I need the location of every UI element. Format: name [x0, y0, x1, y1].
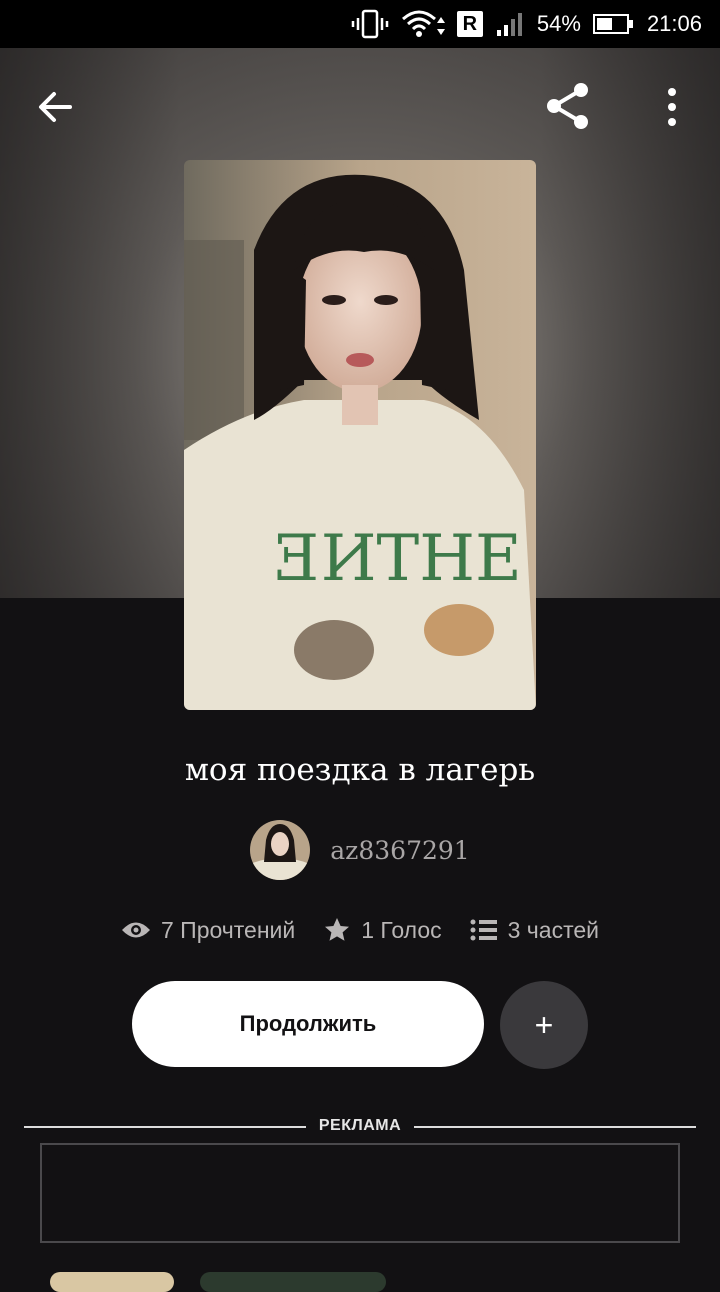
plus-icon: + [534, 1006, 554, 1043]
ad-label: РЕКЛАМА [318, 1117, 402, 1134]
star-icon [325, 918, 350, 941]
tag-chip[interactable] [50, 1272, 174, 1292]
share-icon [547, 83, 588, 129]
arrow-left-icon [39, 92, 72, 122]
votes-count: 1 Голос [361, 916, 442, 943]
wifi-icon [401, 9, 445, 39]
parts-stat[interactable]: 3 частей [470, 917, 599, 944]
back-button[interactable] [30, 82, 80, 132]
clock: 21:06 [646, 11, 702, 36]
ad-divider-right [414, 1126, 696, 1128]
story-title: моя поездка в лагерь [184, 752, 536, 788]
tag-chip[interactable] [200, 1272, 386, 1292]
story-cover-image[interactable]: ƎИTHE [184, 160, 536, 710]
more-options-button[interactable] [650, 82, 694, 132]
reads-stat: 7 Прочтений [121, 917, 295, 944]
share-button[interactable] [540, 78, 596, 134]
ad-divider-left [24, 1126, 306, 1128]
more-vertical-icon [668, 88, 676, 126]
continue-reading-button[interactable]: Продолжить [132, 981, 484, 1067]
top-bar [0, 60, 720, 150]
list-icon [470, 919, 497, 941]
reads-count: 7 Прочтений [161, 916, 296, 943]
vibrate-icon [351, 9, 389, 39]
svg-text:ƎИTHE: ƎИTHE [274, 522, 522, 596]
battery-percent: 54% [536, 11, 581, 36]
status-bar: R 54% 21:06 [0, 0, 720, 48]
parts-count: 3 частей [507, 916, 599, 943]
eye-icon [122, 922, 150, 938]
author-row[interactable]: az8367291 [0, 820, 720, 880]
votes-stat: 1 Голос [323, 916, 442, 944]
author-name[interactable]: az8367291 [330, 836, 469, 865]
avatar[interactable] [250, 820, 311, 880]
roaming-indicator: R [456, 11, 483, 37]
add-to-library-button[interactable]: + [500, 981, 588, 1069]
signal-icon [495, 10, 525, 38]
ad-container[interactable] [40, 1143, 680, 1243]
story-stats: 7 Прочтений 1 Голос 3 частей [0, 916, 720, 944]
battery-icon [592, 14, 633, 34]
